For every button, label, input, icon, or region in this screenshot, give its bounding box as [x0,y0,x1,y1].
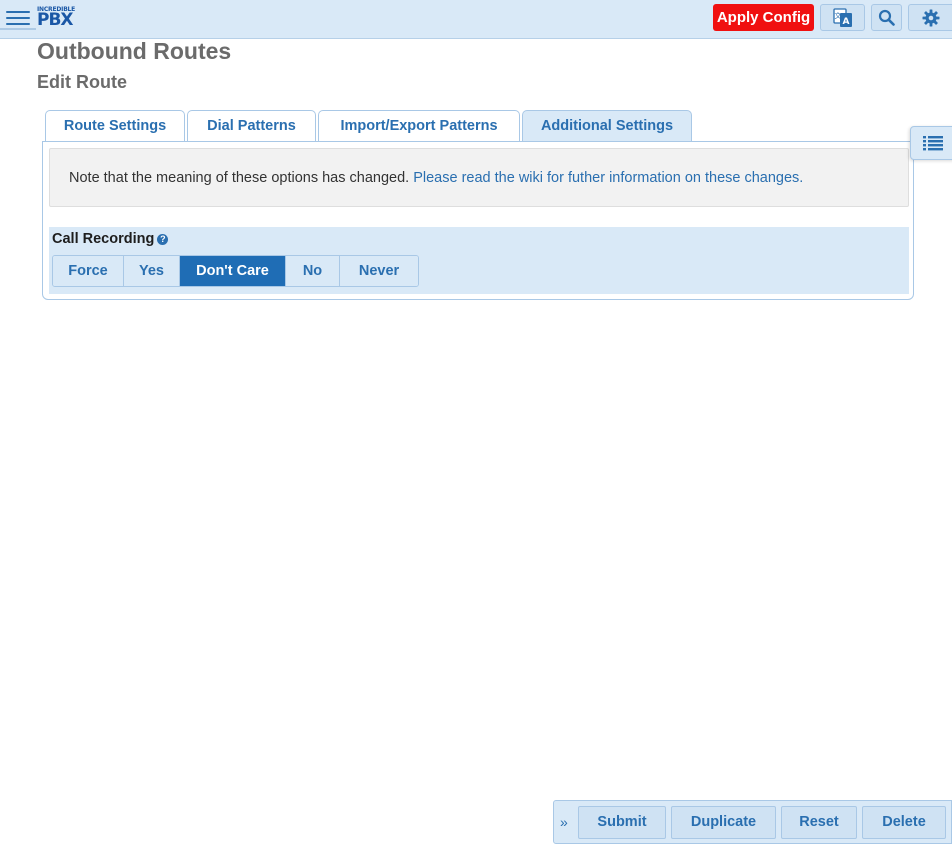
info-note: Note that the meaning of these options h… [49,148,909,207]
search-icon [878,9,895,26]
option-no[interactable]: No [286,256,340,286]
option-force[interactable]: Force [53,256,124,286]
tab-additional-settings[interactable]: Additional Settings [522,110,692,143]
option-dont-care[interactable]: Don't Care [180,256,286,286]
help-icon[interactable]: ? [157,234,169,245]
option-never[interactable]: Never [340,256,418,286]
settings-button[interactable] [908,4,952,31]
call-recording-options: Force Yes Don't Care No Never [52,255,419,287]
delete-button[interactable]: Delete [862,806,946,839]
menu-underline [0,28,36,30]
route-tabs: Route Settings Dial Patterns Import/Expo… [42,110,914,300]
tab-import-export-patterns[interactable]: Import/Export Patterns [318,110,520,142]
reset-button[interactable]: Reset [781,806,857,839]
menu-icon[interactable] [6,8,30,28]
action-bar: » Submit Duplicate Reset Delete [553,800,952,844]
tab-dial-patterns[interactable]: Dial Patterns [187,110,316,142]
collapse-action-bar-icon[interactable]: » [560,814,572,830]
submit-button[interactable]: Submit [578,806,666,839]
page-subtitle: Edit Route [37,72,127,92]
logo-main-label: PBX [37,10,74,30]
logo-main-text: PBX [37,10,74,30]
side-panel-toggle[interactable] [910,126,952,160]
svg-text:A: A [842,17,849,27]
note-text: Note that the meaning of these options h… [69,170,410,186]
translate-button[interactable]: A 文 [820,4,865,31]
duplicate-button[interactable]: Duplicate [671,806,776,839]
call-recording-section: Call Recording? Force Yes Don't Care No … [49,227,909,294]
apply-config-button[interactable]: Apply Config [713,4,814,31]
translate-icon: A 文 [832,7,852,27]
tab-route-settings[interactable]: Route Settings [45,110,185,142]
svg-text:文: 文 [834,11,841,20]
wiki-link[interactable]: Please read the wiki for futher informat… [413,170,803,186]
call-recording-label: Call Recording? [52,231,169,247]
logo[interactable]: INCREDIBLE PBX [37,6,77,30]
option-yes[interactable]: Yes [124,256,180,286]
gear-icon [922,9,939,26]
top-navbar: INCREDIBLE PBX Apply Config A 文 [0,0,952,39]
page-title: Outbound Routes [37,38,232,64]
call-recording-label-text: Call Recording [52,231,155,247]
search-button[interactable] [871,4,902,31]
additional-settings-panel: Note that the meaning of these options h… [42,141,914,300]
list-icon [923,136,943,151]
